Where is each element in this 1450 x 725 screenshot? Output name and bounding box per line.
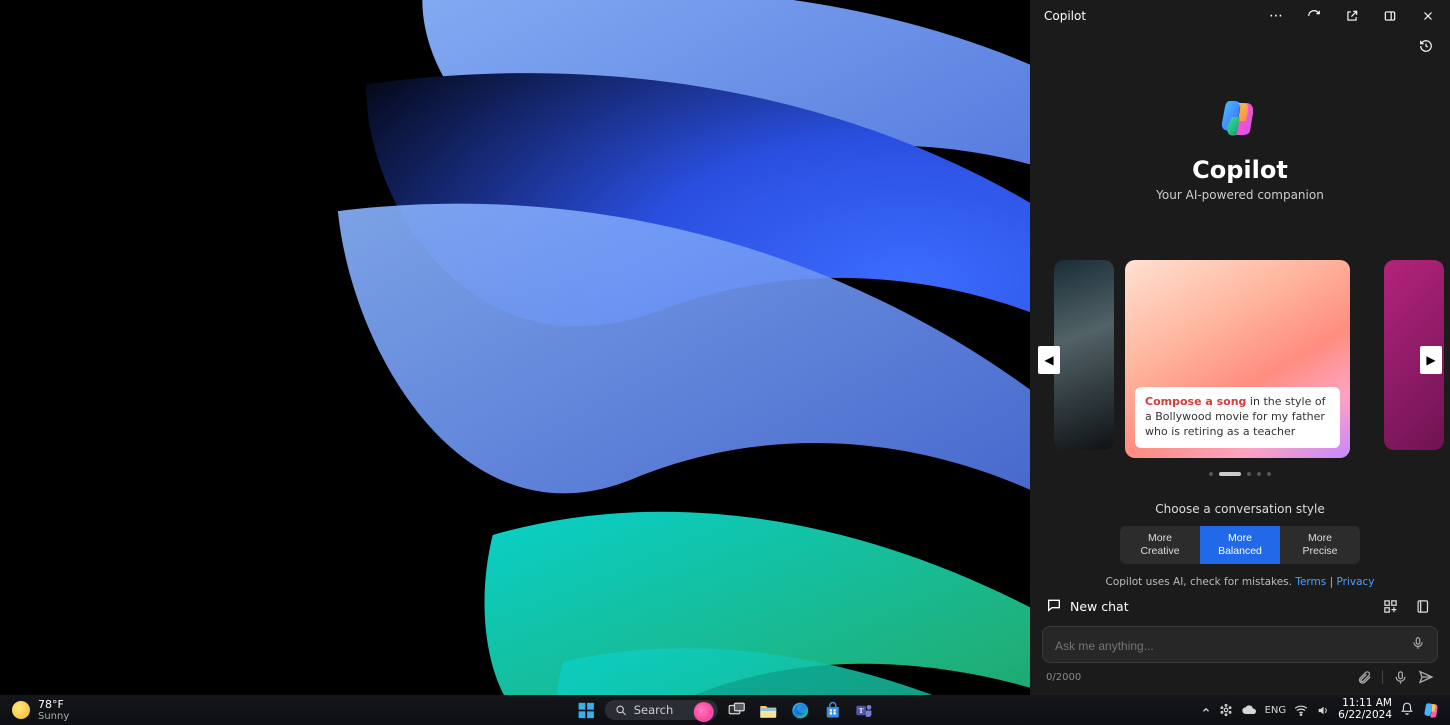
svg-text:T: T [859,706,864,714]
wifi-icon[interactable] [1294,704,1308,716]
window-title: Copilot [1038,9,1086,23]
taskbar-right: ENG 11:11 AM 6/22/2024 [1201,698,1450,721]
suggestion-text: Compose a song in the style of a Bollywo… [1135,387,1340,448]
style-balanced-button[interactable]: MoreBalanced [1200,526,1280,564]
system-tray[interactable]: ENG [1201,703,1331,717]
send-icon[interactable] [1418,669,1434,685]
refresh-icon[interactable] [1300,2,1328,30]
chevron-right-icon[interactable]: ▶ [1420,346,1442,374]
sync-icon[interactable] [1219,703,1233,717]
new-chat-row: New chat [1030,594,1450,626]
close-icon[interactable] [1414,2,1442,30]
file-explorer-icon[interactable] [755,698,781,722]
privacy-link[interactable]: Privacy [1336,576,1374,588]
weather-icon [12,701,30,719]
weather-temp: 78°F [38,698,69,711]
open-in-new-icon[interactable] [1338,2,1366,30]
carousel-dots [1030,472,1450,476]
taskbar-left[interactable]: 78°F Sunny [0,698,69,722]
copilot-logo-icon [1213,90,1267,144]
task-view-icon[interactable] [723,698,749,722]
edge-icon[interactable] [787,698,813,722]
style-label: Choose a conversation style [1155,502,1324,516]
history-icon[interactable] [1412,32,1440,60]
copilot-panel: Copilot ⋯ [1030,0,1450,695]
suggestion-carousel: ◀ Compose a song in the style of a Bolly… [1030,260,1450,460]
weather-cond: Sunny [38,711,69,722]
search-highlight-icon [693,702,713,722]
start-icon[interactable] [573,698,599,722]
notebook-icon[interactable] [1410,594,1434,618]
language-icon[interactable]: ENG [1265,705,1287,716]
conversation-style: Choose a conversation style MoreCreative… [1030,502,1450,588]
carousel-card-main[interactable]: Compose a song in the style of a Bollywo… [1125,260,1350,458]
disclaimer: Copilot uses AI, check for mistakes. Ter… [1106,576,1375,588]
new-chat-label[interactable]: New chat [1070,599,1129,614]
hero-title: Copilot [1192,156,1288,184]
prompt-input-wrap [1042,626,1438,663]
teams-icon[interactable]: T [851,698,877,722]
taskbar: 78°F Sunny Search T [0,695,1450,725]
search-icon [615,704,628,717]
carousel-card-prev[interactable] [1054,260,1114,450]
microsoft-store-icon[interactable] [819,698,845,722]
suggestion-lead: Compose a song [1145,395,1246,408]
notification-icon[interactable] [1400,702,1414,719]
volume-icon[interactable] [1316,704,1330,717]
onedrive-icon[interactable] [1241,704,1257,716]
desktop: Copilot ⋯ [0,0,1450,695]
taskbar-search[interactable]: Search [605,700,718,720]
input-footer: 0/2000 [1030,663,1450,695]
taskbar-clock[interactable]: 11:11 AM 6/22/2024 [1338,698,1392,721]
prompt-input[interactable] [1055,639,1400,653]
titlebar: Copilot ⋯ [1030,0,1450,32]
dock-icon[interactable] [1376,2,1404,30]
chat-icon [1046,597,1062,616]
char-count: 0/2000 [1046,672,1081,683]
style-creative-button[interactable]: MoreCreative [1120,526,1200,564]
attachment-icon[interactable] [1357,670,1372,685]
microphone-icon[interactable] [1411,635,1425,654]
microphone-icon[interactable] [1393,670,1408,685]
style-segmented: MoreCreative MoreBalanced MorePrecise [1120,526,1360,564]
hero-subtitle: Your AI-powered companion [1156,188,1324,202]
copilot-icon[interactable] [1422,700,1442,720]
apps-icon[interactable] [1378,594,1402,618]
more-icon[interactable]: ⋯ [1262,2,1290,30]
hero: Copilot Your AI-powered companion [1030,90,1450,202]
chevron-left-icon[interactable]: ◀ [1038,346,1060,374]
taskbar-center: Search T [573,698,878,722]
clock-date: 6/22/2024 [1338,710,1392,722]
tray-expand-icon[interactable] [1201,705,1211,715]
style-precise-button[interactable]: MorePrecise [1280,526,1360,564]
terms-link[interactable]: Terms [1295,576,1326,588]
search-placeholder: Search [634,703,674,717]
